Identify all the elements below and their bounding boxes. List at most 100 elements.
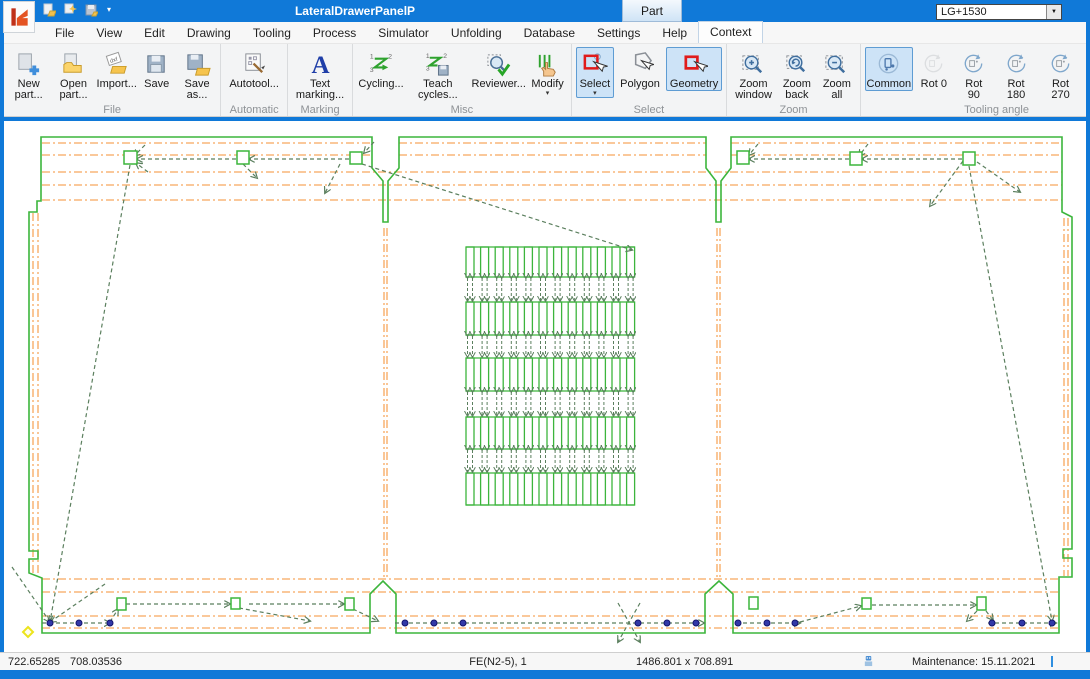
maintenance-robot-icon <box>863 655 874 670</box>
menu-item-database[interactable]: Database <box>513 23 586 43</box>
common-icon <box>875 50 902 79</box>
zoom-window-button[interactable]: Zoom window <box>731 47 776 102</box>
svg-text:1: 1 <box>426 53 430 60</box>
drawing-canvas[interactable] <box>4 121 1086 652</box>
button-label: Rot 0 <box>921 79 947 90</box>
menu-item-view[interactable]: View <box>85 23 133 43</box>
status-coord-y: 708.03536 <box>70 656 122 668</box>
menu-item-context[interactable]: Context <box>698 21 763 43</box>
button-label: Rot 90 <box>959 79 989 101</box>
button-label: Teach cycles... <box>411 79 465 101</box>
zoom-window-icon <box>740 50 767 79</box>
quick-access-toolbar: ▾ <box>42 3 111 17</box>
context-tab-header[interactable]: Part <box>622 0 682 22</box>
punch-squares <box>117 151 986 610</box>
save-icon <box>143 50 170 79</box>
menu-item-tooling[interactable]: Tooling <box>242 23 302 43</box>
svg-text:A: A <box>311 52 329 78</box>
button-label: Zoom all <box>822 79 852 101</box>
import-button[interactable]: dxfImport... <box>98 47 136 91</box>
button-label: Reviewer... <box>472 79 526 90</box>
teach-cycles-button[interactable]: 123Teach cycles... <box>407 47 469 102</box>
import-icon: dxf <box>103 50 130 79</box>
geometry-button[interactable]: Geometry <box>666 47 722 91</box>
button-label: Modify <box>531 79 563 90</box>
button-label: Autotool... <box>229 79 279 90</box>
menu-item-drawing[interactable]: Drawing <box>176 23 242 43</box>
ribbon-group-automatic: Autotool...Automatic <box>221 44 288 116</box>
zoom-all-icon <box>823 50 850 79</box>
open-part-button[interactable]: Open part... <box>51 47 95 102</box>
ribbon-group-file: New part... Open part... dxfImport...Save S… <box>4 44 221 116</box>
cycling-button[interactable]: 123Cycling... <box>357 47 405 91</box>
machine-selector[interactable]: LG+1530 ▼ <box>936 4 1062 20</box>
window-border-bottom <box>0 670 1090 679</box>
zoom-back-button[interactable]: Zoom back <box>778 47 816 102</box>
select-button[interactable]: Select▾ <box>576 47 615 98</box>
ribbon-group-marking: AText marking...Marking <box>288 44 353 116</box>
button-label: Rot 180 <box>999 79 1033 101</box>
chevron-down-icon[interactable]: ▼ <box>1046 5 1061 19</box>
menu-item-unfolding[interactable]: Unfolding <box>440 23 513 43</box>
select-icon <box>581 50 608 79</box>
reviewer-icon <box>485 50 512 79</box>
machine-selector-value: LG+1530 <box>937 6 1046 18</box>
rot-180-button[interactable]: Rot 180 <box>995 47 1037 102</box>
button-label: Save as... <box>182 79 213 101</box>
ribbon-group-select: Select▾PolygonGeometry Select <box>572 44 728 116</box>
status-coord-x: 722.65285 <box>8 656 60 668</box>
menu-item-simulator[interactable]: Simulator <box>367 23 440 43</box>
quick-new-part-icon[interactable] <box>42 3 56 17</box>
part-drawing[interactable] <box>4 121 1086 652</box>
text-marking-icon: A <box>307 50 334 79</box>
save-as-icon <box>184 50 211 79</box>
reviewer-button[interactable]: Reviewer... <box>471 47 527 91</box>
autotool-button[interactable]: Autotool... <box>225 47 283 91</box>
save-as-button[interactable]: Save as... <box>178 47 217 102</box>
common-button[interactable]: Common <box>865 47 913 91</box>
new-part-button[interactable]: New part... <box>8 47 49 102</box>
ribbon-group-tooling-angle: CommonRot 0Rot 90Rot 180Rot 270Modify...… <box>861 44 1090 116</box>
open-part-icon <box>60 50 87 79</box>
qat-customize-icon[interactable]: ▾ <box>107 6 111 14</box>
zoom-all-button[interactable]: Zoom all <box>818 47 856 102</box>
svg-text:2: 2 <box>388 54 392 61</box>
save-button[interactable]: Save <box>138 47 176 91</box>
button-label: Zoom back <box>782 79 812 101</box>
button-label: Select <box>580 79 611 90</box>
status-separator <box>1051 656 1053 667</box>
text-marking-button[interactable]: AText marking... <box>292 47 348 102</box>
menu-item-settings[interactable]: Settings <box>586 23 651 43</box>
zoom-back-icon <box>783 50 810 79</box>
modify-button[interactable]: Modify▾ <box>529 47 567 98</box>
menu-item-process[interactable]: Process <box>302 23 367 43</box>
menu-item-file[interactable]: File <box>44 23 85 43</box>
rot-0-icon <box>920 50 947 79</box>
button-label: Open part... <box>55 79 91 101</box>
ribbon-group-label: File <box>4 104 220 116</box>
quick-open-part-icon[interactable] <box>63 3 77 17</box>
menu-item-edit[interactable]: Edit <box>133 23 176 43</box>
modify-icon <box>534 50 561 79</box>
button-label: New part... <box>12 79 45 101</box>
rot-0-button[interactable]: Rot 0 <box>915 47 953 91</box>
chevron-down-icon[interactable]: ▾ <box>546 90 550 97</box>
teach-cycles-icon: 123 <box>424 50 451 79</box>
status-active-tool: FE(N2-5), 1 <box>458 656 538 668</box>
tool-paths <box>12 142 1056 642</box>
origin-marker <box>23 627 33 637</box>
titlebar: LateralDrawerPanelP Part – × <box>0 0 1090 22</box>
polygon-button[interactable]: Polygon <box>616 47 664 91</box>
menu-item-help[interactable]: Help <box>651 23 698 43</box>
app-logo-icon[interactable] <box>3 1 35 33</box>
rot-90-button[interactable]: Rot 90 <box>955 47 993 102</box>
chevron-down-icon[interactable]: ▾ <box>593 90 597 97</box>
rot-180-icon <box>1003 50 1030 79</box>
status-maintenance: Maintenance: 15.11.2021 <box>912 656 1035 668</box>
window-title: LateralDrawerPanelP <box>240 4 470 18</box>
ribbon-group-zoom: Zoom windowZoom backZoom allZoom <box>727 44 861 116</box>
polygon-icon <box>627 50 654 79</box>
rot-270-button[interactable]: Rot 270 <box>1039 47 1081 102</box>
part-outline[interactable] <box>29 137 1072 633</box>
quick-save-icon[interactable] <box>84 3 98 17</box>
